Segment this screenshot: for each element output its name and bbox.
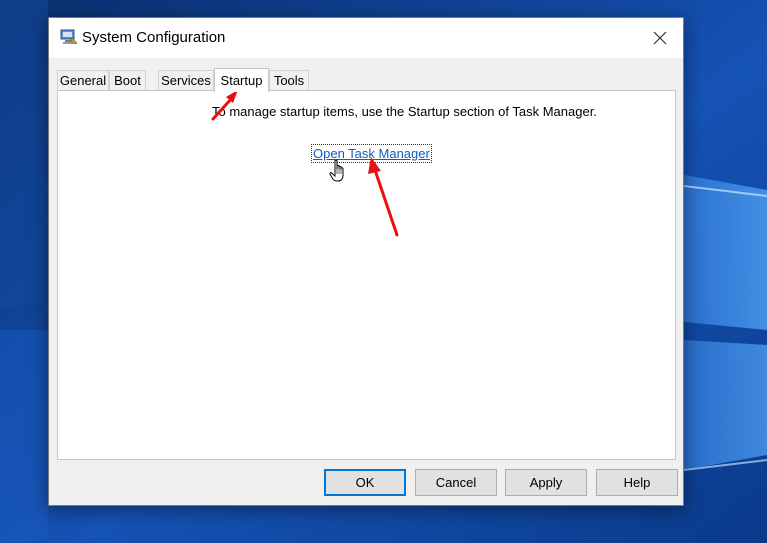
ok-button[interactable]: OK <box>324 469 406 496</box>
tab-services[interactable]: Services <box>158 70 214 90</box>
help-button[interactable]: Help <box>596 469 678 496</box>
apply-button[interactable]: Apply <box>505 469 587 496</box>
close-icon <box>653 31 667 45</box>
tab-tools[interactable]: Tools <box>269 70 309 90</box>
hand-cursor-icon <box>329 159 344 182</box>
cancel-button[interactable]: Cancel <box>415 469 497 496</box>
startup-info-text: To manage startup items, use the Startup… <box>212 104 597 119</box>
startup-tab-panel: To manage startup items, use the Startup… <box>57 90 676 460</box>
system-configuration-dialog: System Configuration General Boot Servic… <box>48 17 684 506</box>
window-title: System Configuration <box>82 29 226 46</box>
msconfig-icon <box>60 29 78 45</box>
close-button[interactable] <box>637 18 683 58</box>
title-bar[interactable]: System Configuration <box>49 18 683 58</box>
tab-boot[interactable]: Boot <box>109 70 146 90</box>
tab-startup[interactable]: Startup <box>214 68 269 92</box>
tab-general[interactable]: General <box>57 70 109 90</box>
